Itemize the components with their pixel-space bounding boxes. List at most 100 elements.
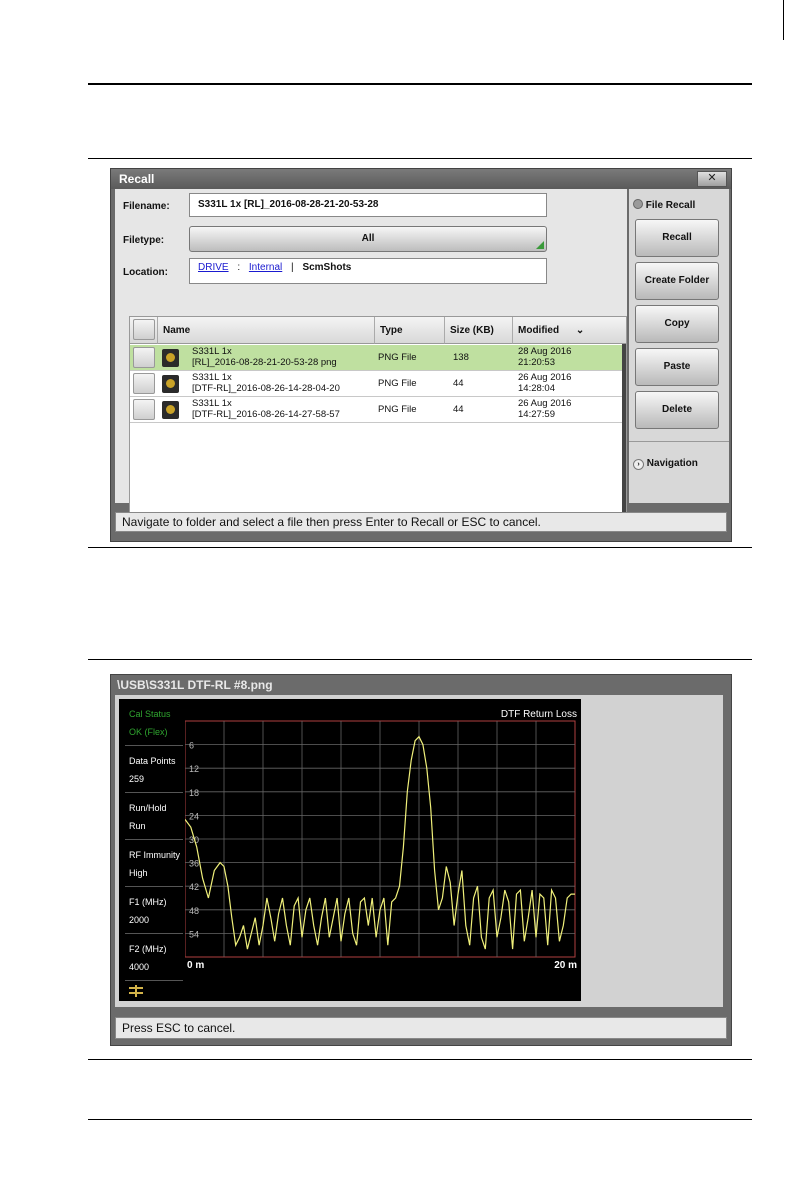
- file-size: 138: [453, 352, 469, 363]
- row-checkbox[interactable]: [133, 373, 155, 394]
- y-tick-label: 12: [189, 764, 199, 774]
- cal-status-label: Cal Status: [129, 709, 171, 719]
- file-name-line1: S331L 1x: [192, 346, 232, 357]
- filetype-value: All: [361, 233, 375, 244]
- select-all-checkbox[interactable]: [133, 319, 155, 340]
- file-date: 26 Aug 2016: [518, 372, 572, 383]
- dropdown-indicator-icon: [536, 241, 544, 249]
- column-header-type[interactable]: Type: [375, 317, 445, 344]
- filename-label: Filename:: [123, 201, 170, 212]
- divider: [88, 659, 752, 660]
- x-end-label: 20 m: [554, 960, 577, 971]
- filetype-dropdown[interactable]: All: [189, 226, 547, 252]
- bottom-rule: [88, 1119, 752, 1120]
- row-checkbox[interactable]: [133, 399, 155, 420]
- list-scrollbar[interactable]: [622, 344, 626, 519]
- file-row[interactable]: S331L 1x [RL]_2016-08-28-21-20-53-28 png…: [130, 345, 626, 371]
- file-date: 28 Aug 2016: [518, 346, 572, 357]
- panel-separator: [125, 933, 183, 934]
- location-path: DRIVE : Internal | ScmShots: [189, 258, 547, 284]
- navigation-label: Navigation: [646, 458, 698, 469]
- location-internal-link[interactable]: Internal: [249, 262, 282, 273]
- chart-title: DTF Return Loss: [501, 709, 577, 720]
- copy-button[interactable]: Copy: [635, 305, 719, 343]
- side-divider: [629, 441, 729, 442]
- x-start-label: 0 m: [187, 960, 204, 971]
- y-tick-label: 48: [189, 906, 199, 916]
- divider: [88, 1059, 752, 1060]
- filetype-label: Filetype:: [123, 235, 165, 246]
- panel-separator: [125, 745, 183, 746]
- file-time: 14:28:04: [518, 383, 555, 394]
- column-header-modified-label: Modified: [518, 325, 560, 336]
- filename-field[interactable]: S331L 1x [RL]_2016-08-28-21-20-53-28: [189, 193, 547, 217]
- side-panel: File Recall Recall Create Folder Copy Pa…: [629, 189, 729, 503]
- file-modified: 26 Aug 2016 14:27:59: [518, 398, 571, 420]
- sort-chevron-icon: ⌄: [575, 325, 585, 336]
- f2-label: F2 (MHz): [129, 944, 167, 954]
- location-folder: ScmShots: [302, 262, 352, 273]
- file-list: Name Type Size (KB) Modified ⌄ S331L 1x …: [129, 316, 627, 520]
- file-type: PNG File: [378, 352, 417, 363]
- chevron-right-icon: ›: [633, 459, 644, 470]
- file-name: S331L 1x [DTF-RL]_2016-08-26-14-28-04-20: [192, 372, 340, 394]
- viewer-title: \USB\S331L DTF-RL #8.png: [117, 678, 273, 692]
- image-viewer: \USB\S331L DTF-RL #8.png Cal Status OK (…: [110, 674, 732, 1046]
- paste-button[interactable]: Paste: [635, 348, 719, 386]
- chart-grid: [185, 720, 576, 958]
- select-all-header[interactable]: [130, 317, 158, 344]
- close-button[interactable]: ✕: [697, 171, 727, 187]
- column-header-name[interactable]: Name: [158, 317, 375, 344]
- run-hold-value: Run: [129, 821, 146, 831]
- panel-separator: [125, 980, 183, 981]
- file-modified: 26 Aug 2016 14:28:04: [518, 372, 571, 394]
- image-file-icon: [162, 375, 179, 393]
- crop-mark: [783, 0, 784, 40]
- row-checkbox[interactable]: [133, 347, 155, 368]
- delete-button[interactable]: Delete: [635, 391, 719, 429]
- location-drive-link[interactable]: DRIVE: [198, 262, 229, 273]
- file-size: 44: [453, 404, 464, 415]
- instrument-screen: Cal Status OK (Flex) Data Points 259 Run…: [119, 699, 581, 1001]
- file-type: PNG File: [378, 378, 417, 389]
- f2-value: 4000: [129, 962, 150, 972]
- file-row[interactable]: S331L 1x [DTF-RL]_2016-08-26-14-27-58-57…: [130, 397, 626, 423]
- file-name-line1: S331L 1x: [192, 372, 232, 383]
- rf-immunity-value: High: [129, 868, 148, 878]
- divider: [88, 158, 752, 159]
- file-row[interactable]: S331L 1x [DTF-RL]_2016-08-26-14-28-04-20…: [130, 371, 626, 397]
- dialog-title: Recall: [111, 169, 731, 189]
- top-rule: [88, 83, 752, 85]
- create-folder-button[interactable]: Create Folder: [635, 262, 719, 300]
- f1-value: 2000: [129, 915, 150, 925]
- file-type: PNG File: [378, 404, 417, 415]
- file-recall-radio[interactable]: File Recall: [633, 199, 695, 211]
- panel-separator: [125, 839, 183, 840]
- navigation-button[interactable]: › Navigation: [633, 458, 698, 470]
- column-header-modified[interactable]: Modified ⌄: [513, 317, 626, 344]
- y-tick-label: 24: [189, 811, 199, 821]
- column-header-size[interactable]: Size (KB): [445, 317, 513, 344]
- panel-separator: [125, 792, 183, 793]
- file-name: S331L 1x [DTF-RL]_2016-08-26-14-27-58-57: [192, 398, 340, 420]
- panel-separator: [125, 886, 183, 887]
- divider: [88, 547, 752, 548]
- file-name-line2: [DTF-RL]_2016-08-26-14-28-04-20: [192, 383, 340, 394]
- rf-immunity-label: RF Immunity: [129, 850, 181, 860]
- viewer-status-bar: Press ESC to cancel.: [115, 1017, 727, 1039]
- data-points-value: 259: [129, 774, 145, 784]
- file-name-line2: [DTF-RL]_2016-08-26-14-27-58-57: [192, 409, 340, 420]
- file-time: 21:20:53: [518, 357, 555, 368]
- file-name-line1: S331L 1x: [192, 398, 232, 409]
- location-separator: |: [291, 262, 294, 273]
- y-tick-label: 6: [189, 741, 194, 751]
- dtf-return-loss-chart: 61218243036424854 DTF Return Loss 0 m 20…: [185, 709, 577, 971]
- run-hold-label: Run/Hold: [129, 803, 167, 813]
- file-size: 44: [453, 378, 464, 389]
- y-tick-label: 54: [189, 929, 199, 939]
- file-name: S331L 1x [RL]_2016-08-28-21-20-53-28 png: [192, 346, 337, 368]
- recall-button[interactable]: Recall: [635, 219, 719, 257]
- radio-icon: [633, 199, 643, 209]
- y-tick-label: 36: [189, 859, 199, 869]
- data-points-label: Data Points: [129, 756, 176, 766]
